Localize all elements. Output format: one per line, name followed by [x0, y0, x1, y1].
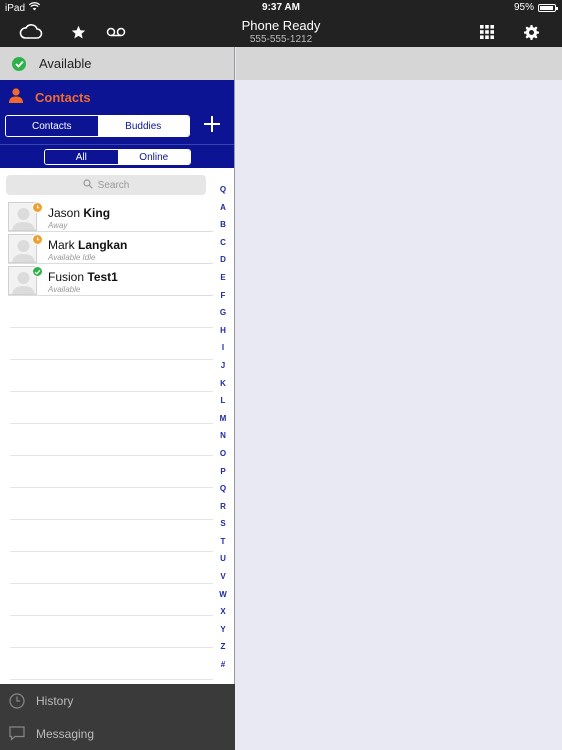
- list-item-empty: [10, 424, 213, 456]
- index-letter[interactable]: K: [216, 375, 230, 393]
- list-item-empty: [10, 488, 213, 520]
- clock-icon: [32, 234, 43, 245]
- gear-icon[interactable]: [519, 20, 543, 44]
- battery-icon: [538, 3, 558, 12]
- index-letter[interactable]: R: [216, 498, 230, 516]
- index-letter[interactable]: P: [216, 463, 230, 481]
- clock: 9:37 AM: [262, 2, 300, 13]
- index-letter[interactable]: S: [216, 515, 230, 533]
- search-input[interactable]: Search: [6, 175, 206, 195]
- contact-status: Available: [48, 285, 81, 294]
- bottom-nav: History Messaging: [0, 684, 235, 750]
- index-letter[interactable]: G: [216, 304, 230, 322]
- index-letter[interactable]: U: [216, 550, 230, 568]
- index-letter[interactable]: Y: [216, 621, 230, 639]
- index-letter[interactable]: E: [216, 269, 230, 287]
- list-item-empty: [10, 392, 213, 424]
- index-letter[interactable]: #: [216, 656, 230, 674]
- tab-buddies[interactable]: Buddies: [97, 116, 189, 136]
- presence-status[interactable]: Available: [0, 47, 234, 80]
- search-placeholder: Search: [97, 179, 130, 191]
- index-letter[interactable]: C: [216, 234, 230, 252]
- alphabet-index[interactable]: Q A B C D E F G H I J K L M N O P Q R S T U V W X Y Z #: [216, 181, 230, 674]
- index-letter[interactable]: O: [216, 445, 230, 463]
- index-letter[interactable]: V: [216, 568, 230, 586]
- index-letter[interactable]: N: [216, 427, 230, 445]
- index-letter[interactable]: F: [216, 287, 230, 305]
- nav-history[interactable]: History: [0, 684, 235, 717]
- detail-pane: [236, 80, 562, 750]
- nav-messaging-label: Messaging: [36, 726, 95, 741]
- list-item-empty: [10, 328, 213, 360]
- contact-list: Jason King Away Mark Langkan Available I…: [8, 200, 213, 680]
- contacts-title: Contacts: [9, 88, 91, 106]
- contacts-segmented-control: Contacts Buddies: [5, 115, 190, 137]
- list-item-empty: [10, 360, 213, 392]
- contacts-title-label: Contacts: [35, 89, 91, 105]
- person-icon: [9, 88, 23, 106]
- list-item-empty: [10, 584, 213, 616]
- nav-history-label: History: [36, 693, 74, 708]
- list-item-empty: [10, 616, 213, 648]
- filter-online[interactable]: Online: [117, 150, 190, 164]
- clock-icon: [32, 202, 43, 213]
- status-bar: iPad 9:37 AM 95%: [0, 0, 562, 16]
- filter-segmented-control: All Online: [44, 149, 191, 165]
- index-letter[interactable]: D: [216, 251, 230, 269]
- index-letter[interactable]: H: [216, 322, 230, 340]
- add-contact-button[interactable]: [204, 116, 220, 132]
- filter-all[interactable]: All: [45, 150, 118, 164]
- list-item-empty: [10, 456, 213, 488]
- index-letter[interactable]: M: [216, 410, 230, 428]
- contact-row-mark-langkan[interactable]: Mark Langkan Available Idle: [8, 232, 213, 264]
- index-letter[interactable]: J: [216, 357, 230, 375]
- contact-name: Mark Langkan: [48, 238, 128, 252]
- list-item-empty: [10, 648, 213, 680]
- contact-row-jason-king[interactable]: Jason King Away: [8, 200, 213, 232]
- list-item-empty: [10, 552, 213, 584]
- divider: [0, 144, 234, 145]
- checkmark-icon: [12, 56, 26, 71]
- top-toolbar: Phone Ready 555-555-1212: [0, 16, 562, 47]
- left-panel: Available Contacts Contacts Buddies All …: [0, 47, 235, 750]
- clock-icon: [8, 692, 26, 710]
- index-letter[interactable]: B: [216, 216, 230, 234]
- index-letter[interactable]: Z: [216, 638, 230, 656]
- tab-contacts[interactable]: Contacts: [6, 116, 98, 136]
- index-letter[interactable]: W: [216, 586, 230, 604]
- contact-name: Jason King: [48, 206, 111, 220]
- nav-messaging[interactable]: Messaging: [0, 717, 235, 750]
- list-item-empty: [10, 296, 213, 328]
- index-letter[interactable]: Q: [216, 181, 230, 199]
- index-letter[interactable]: I: [216, 339, 230, 357]
- contact-status: Away: [48, 221, 68, 230]
- search-icon: [83, 178, 93, 192]
- presence-label: Available: [39, 56, 92, 71]
- index-letter[interactable]: T: [216, 533, 230, 551]
- index-letter[interactable]: X: [216, 603, 230, 621]
- checkmark-icon: [32, 266, 43, 277]
- contact-name: Fusion Test1: [48, 270, 118, 284]
- chat-bubble-icon: [8, 725, 26, 743]
- index-letter[interactable]: L: [216, 392, 230, 410]
- battery-percent: 95%: [513, 2, 534, 13]
- list-item-empty: [10, 520, 213, 552]
- index-letter[interactable]: A: [216, 199, 230, 217]
- index-letter[interactable]: Q: [216, 480, 230, 498]
- contact-row-fusion-test1[interactable]: Fusion Test1 Available: [8, 264, 213, 296]
- keypad-icon[interactable]: [475, 20, 499, 44]
- contact-status: Available Idle: [48, 253, 96, 262]
- contacts-header: Contacts Contacts Buddies All Online: [0, 80, 234, 168]
- detail-header: [236, 47, 562, 80]
